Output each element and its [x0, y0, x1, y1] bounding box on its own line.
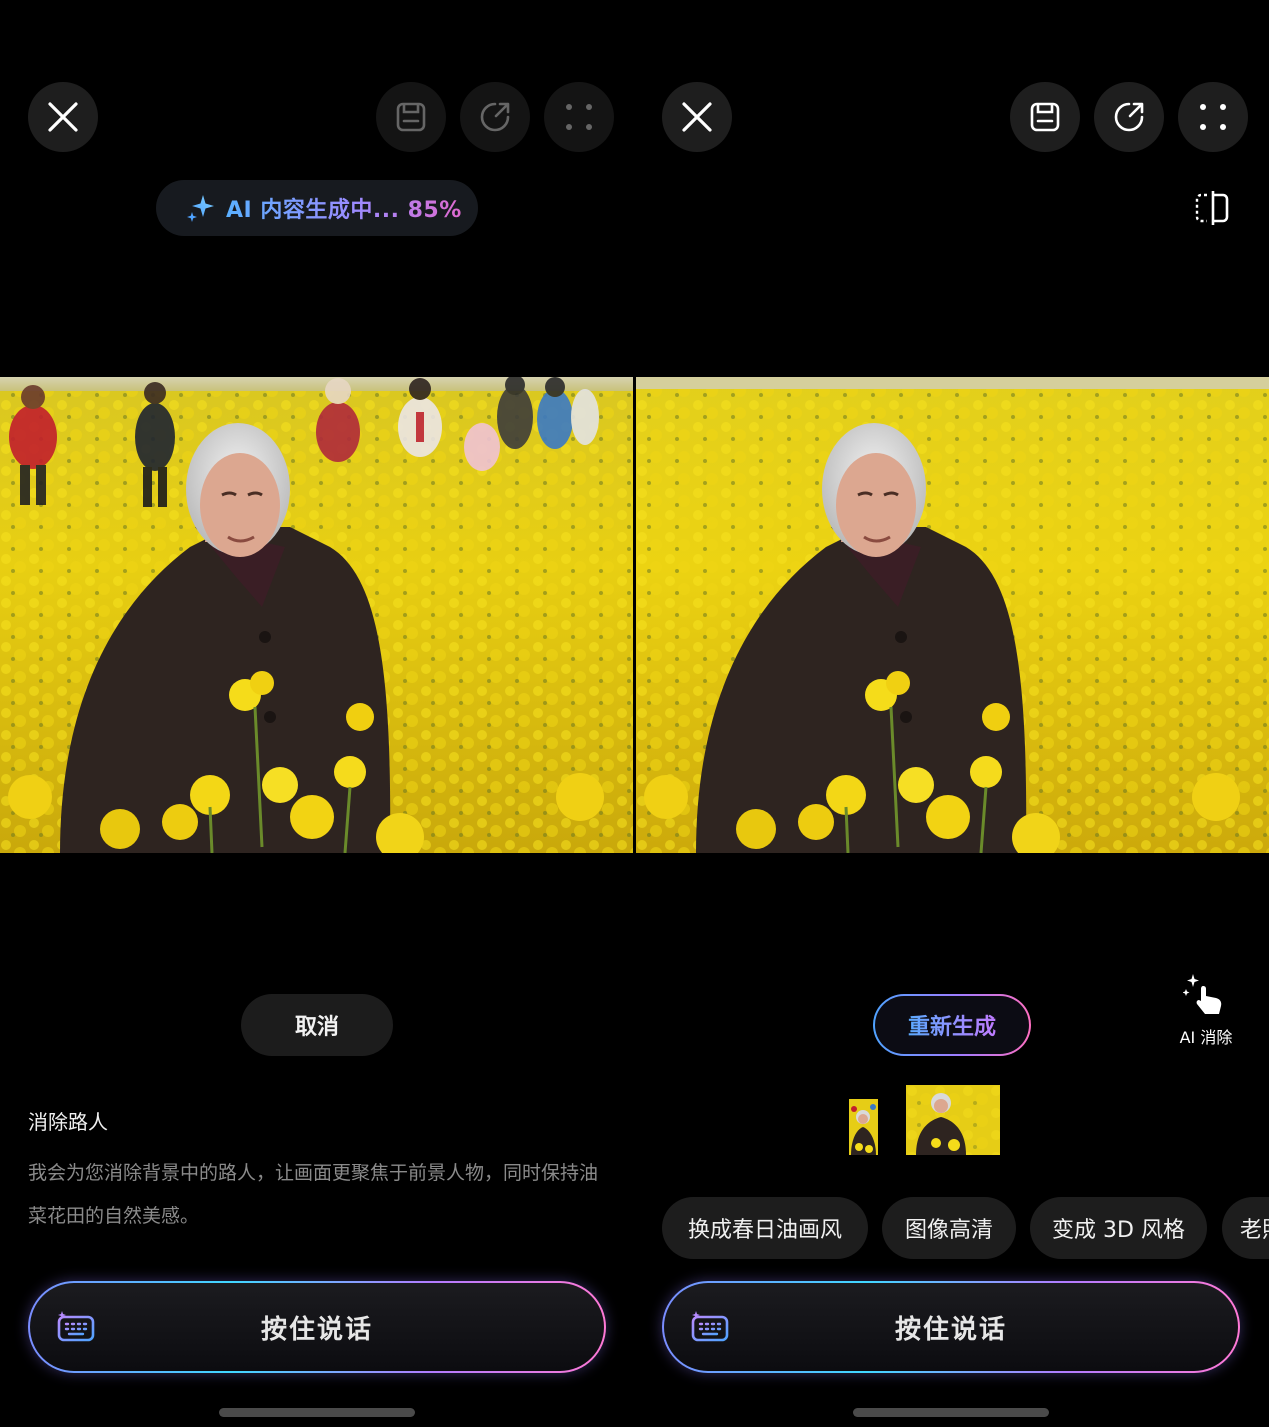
task-title: 消除路人	[28, 1110, 108, 1134]
save-icon	[396, 102, 426, 132]
regenerate-label: 重新生成	[908, 1009, 996, 1041]
photo-original	[0, 377, 633, 853]
more-dots-icon	[566, 104, 592, 130]
tap-sparkle-icon	[1182, 974, 1222, 1014]
thumbnail-result[interactable]	[906, 1085, 1000, 1155]
close-icon	[682, 102, 712, 132]
share-icon	[1114, 102, 1144, 132]
close-icon	[48, 102, 78, 132]
voice-button-label: 按住说话	[894, 1314, 1007, 1345]
voice-button-left[interactable]: 按住说话	[28, 1281, 606, 1373]
sparkle-icon	[187, 195, 214, 222]
home-indicator-left	[219, 1408, 415, 1417]
save-button-left[interactable]	[376, 82, 446, 152]
share-icon	[480, 102, 510, 132]
thumbnail-original[interactable]	[849, 1099, 878, 1155]
chip-oil-painting[interactable]: 换成春日油画风	[662, 1197, 868, 1259]
more-dots-icon	[1200, 104, 1226, 130]
close-button-right[interactable]	[662, 82, 732, 152]
home-indicator-right	[853, 1408, 1049, 1417]
compare-icon[interactable]	[1195, 191, 1231, 225]
progress-text: AI 内容生成中... 85%	[226, 192, 462, 224]
share-button-right[interactable]	[1094, 82, 1164, 152]
suggestion-chips: 换成春日油画风 图像高清 变成 3D 风格 老照	[662, 1197, 1269, 1259]
ai-erase-label: AI 消除	[1179, 1028, 1233, 1047]
close-button-left[interactable]	[28, 82, 98, 152]
more-button-right[interactable]	[1178, 82, 1248, 152]
chip-hd[interactable]: 图像高清	[882, 1197, 1016, 1259]
regenerate-button[interactable]: 重新生成	[873, 994, 1031, 1056]
save-icon	[1030, 102, 1060, 132]
cancel-button[interactable]: 取消	[241, 994, 393, 1056]
voice-button-right[interactable]: 按住说话	[662, 1281, 1240, 1373]
voice-button-label: 按住说话	[260, 1314, 373, 1345]
chip-3d-style[interactable]: 变成 3D 风格	[1030, 1197, 1207, 1259]
photo-result[interactable]	[636, 377, 1269, 853]
save-button-right[interactable]	[1010, 82, 1080, 152]
more-button-left[interactable]	[544, 82, 614, 152]
ai-erase-button[interactable]: AI 消除	[1170, 972, 1242, 1048]
keyboard-icon[interactable]	[56, 1311, 96, 1343]
task-description: 我会为您消除背景中的路人，让画面更聚焦于前景人物，同时保持油菜花田的自然美感。	[28, 1162, 599, 1227]
ai-progress-pill: AI 内容生成中... 85%	[156, 180, 478, 236]
keyboard-icon[interactable]	[690, 1311, 730, 1343]
chip-old-photo[interactable]: 老照	[1222, 1197, 1269, 1259]
share-button-left[interactable]	[460, 82, 530, 152]
